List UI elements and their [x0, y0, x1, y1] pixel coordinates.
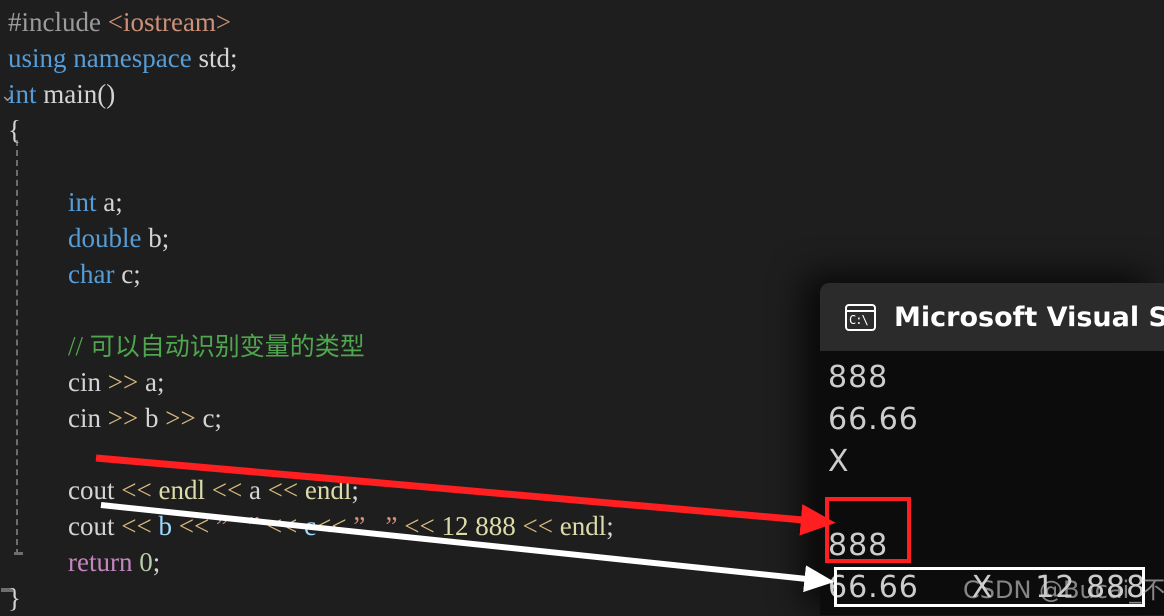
code-token: double — [68, 223, 142, 253]
code-token: << — [266, 511, 298, 541]
code-token: 12 888 — [441, 511, 516, 541]
code-token: endl — [559, 511, 607, 541]
code-token: << — [121, 511, 152, 541]
code-token: main() — [36, 79, 116, 109]
code-token: 可以自动识别变量的类型 — [89, 332, 365, 361]
console-line: 888 — [828, 528, 889, 563]
code-line[interactable]: int main() — [0, 76, 1164, 112]
code-line[interactable]: int a; — [0, 184, 1164, 220]
code-token: a; — [138, 367, 165, 397]
code-token: c; — [114, 259, 141, 289]
code-token: >> — [107, 403, 139, 433]
code-token: endl — [304, 475, 352, 505]
code-token: b — [138, 403, 166, 433]
code-token: a — [242, 475, 268, 505]
terminal-prompt-glyph: C:\ — [849, 312, 869, 327]
code-token: std; — [191, 43, 238, 73]
code-token: return — [68, 547, 133, 577]
code-token: int — [8, 79, 37, 109]
code-token: ; — [152, 547, 161, 577]
code-line[interactable]: #include <iostream> — [0, 4, 1164, 40]
code-token: >> — [107, 367, 139, 397]
code-token: } — [8, 583, 21, 613]
code-token: #include — [8, 7, 108, 37]
code-token: << — [211, 475, 243, 505]
code-line[interactable]: { — [0, 112, 1164, 148]
code-token: << — [121, 475, 152, 505]
code-token: c — [297, 511, 317, 541]
code-token: << — [267, 475, 299, 505]
code-token: b; — [141, 223, 170, 253]
code-token: using namespace — [8, 43, 192, 73]
code-token: ; — [606, 511, 614, 541]
code-line[interactable]: using namespace std; — [0, 40, 1164, 76]
console-line: 66.66 — [828, 402, 919, 437]
code-token: int — [68, 187, 97, 217]
code-token: ” ” — [215, 511, 261, 541]
console-line: X — [828, 444, 850, 479]
code-line[interactable]: double b; — [0, 220, 1164, 256]
code-token: ” ” — [353, 511, 398, 541]
code-token: << — [178, 511, 210, 541]
code-token: << — [522, 511, 553, 541]
code-token: // — [68, 331, 90, 361]
code-token: cout — [68, 475, 122, 505]
code-token: ; — [351, 475, 359, 505]
code-line[interactable] — [0, 148, 1164, 184]
code-token: cout — [68, 511, 122, 541]
code-token: a; — [96, 187, 123, 217]
code-token: cin — [68, 367, 108, 397]
code-token: <iostream> — [107, 7, 232, 37]
console-window[interactable]: C:\ Microsoft Visual Stud 88866.66X 8886… — [820, 283, 1164, 615]
code-token: endl — [158, 475, 205, 505]
code-token: b — [151, 511, 179, 541]
code-token: { — [8, 115, 21, 145]
code-token: << — [316, 511, 347, 541]
code-token: >> — [165, 403, 196, 433]
terminal-cmd-icon: C:\ — [845, 303, 876, 331]
csdn-watermark: CSDN @Bucai_不才 — [963, 576, 1164, 604]
code-token: 0 — [139, 547, 153, 577]
code-token: << — [404, 511, 435, 541]
code-token: char — [68, 259, 115, 289]
console-titlebar[interactable]: C:\ Microsoft Visual Stud — [820, 283, 1164, 351]
code-token: c; — [195, 403, 222, 433]
code-token: cin — [68, 403, 108, 433]
console-title: Microsoft Visual Stud — [894, 301, 1164, 333]
console-line: 888 — [828, 360, 889, 395]
